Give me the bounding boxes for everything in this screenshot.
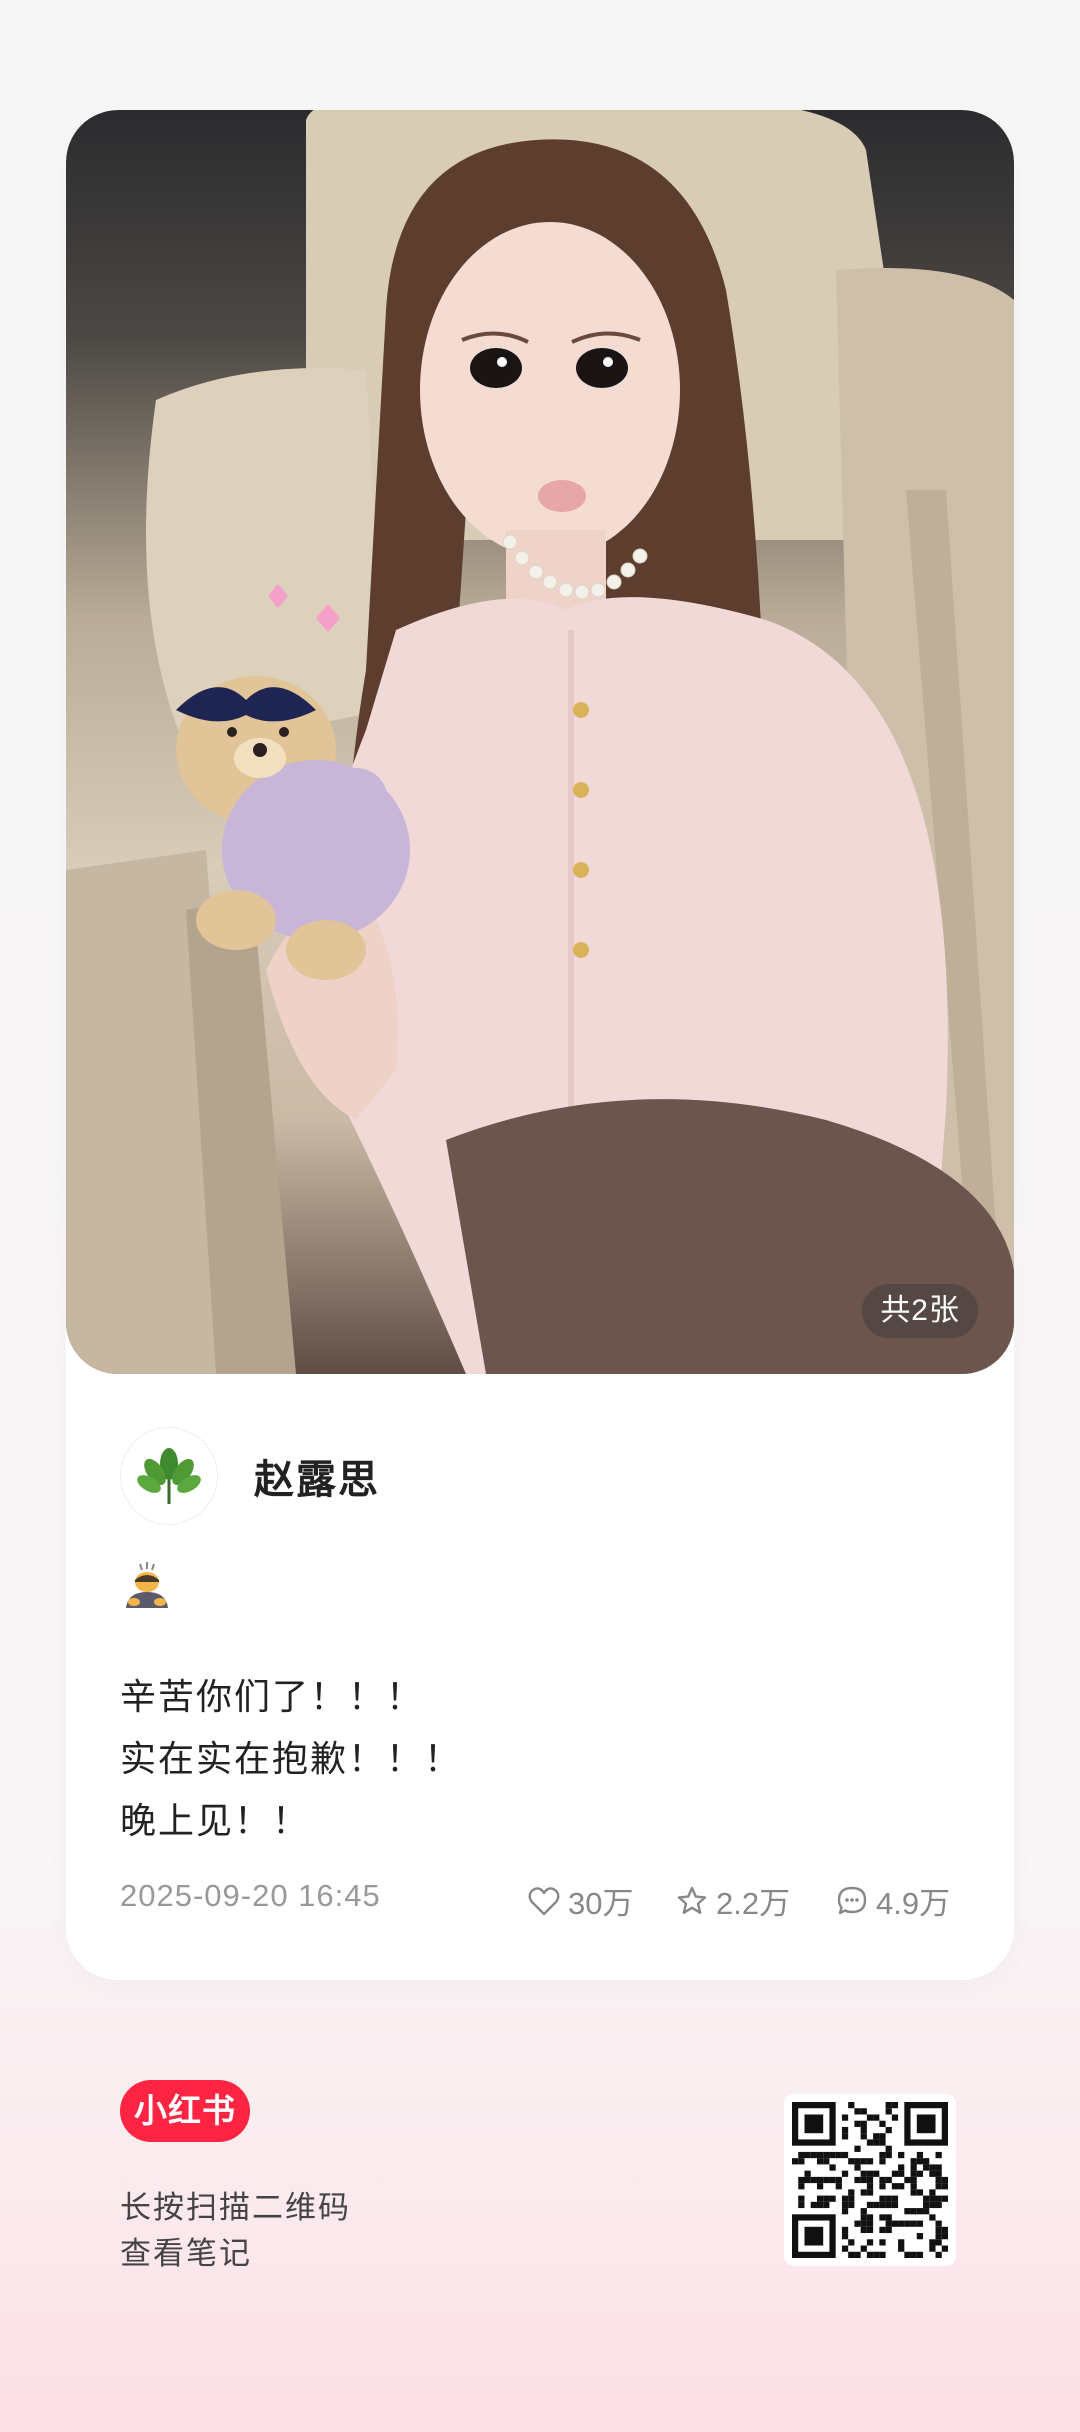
post-text-line-3: 晚上见！！ [120,1800,311,1841]
leaf-bouquet-icon [137,1448,201,1504]
image-count-badge: 共2张 [862,1284,978,1338]
like-count: 30万 [568,1886,634,1921]
post-text-line-1: 辛苦你们了！！！ [120,1676,425,1717]
photo-illustration [66,110,1014,1374]
heart-icon [528,1886,560,1915]
collect-count: 2.2万 [716,1886,791,1921]
note-photo[interactable]: 共2张 [66,110,1014,1374]
xiaohongshu-logo: 小红书 [120,2080,250,2142]
comment-bubble-icon [837,1886,867,1914]
person-bowing-emoji-icon [126,1562,168,1608]
qr-code[interactable] [784,2094,956,2266]
author-name[interactable]: 赵露思 [254,1447,380,1505]
note-card: 共2张 赵露思 辛苦你们了！！！ 实在实在抱歉！！！ 晚上见！！ [66,110,1014,1980]
post-text-line-2: 实在实在抱歉！！！ [120,1738,463,1779]
like-stat[interactable]: 30万 [528,1878,633,1923]
author-avatar[interactable] [120,1427,218,1525]
post-date: 2025-09-20 16:45 [120,1878,381,1913]
qr-code-pattern [792,2102,948,2258]
scan-hint-line-1: 长按扫描二维码 [120,2190,351,2225]
star-icon [677,1886,707,1914]
comment-count: 4.9万 [876,1886,951,1921]
author-row[interactable]: 赵露思 [120,1426,380,1526]
collect-stat[interactable]: 2.2万 [676,1878,790,1923]
scan-hint-line-2: 查看笔记 [120,2236,252,2271]
comment-stat[interactable]: 4.9万 [836,1878,950,1923]
